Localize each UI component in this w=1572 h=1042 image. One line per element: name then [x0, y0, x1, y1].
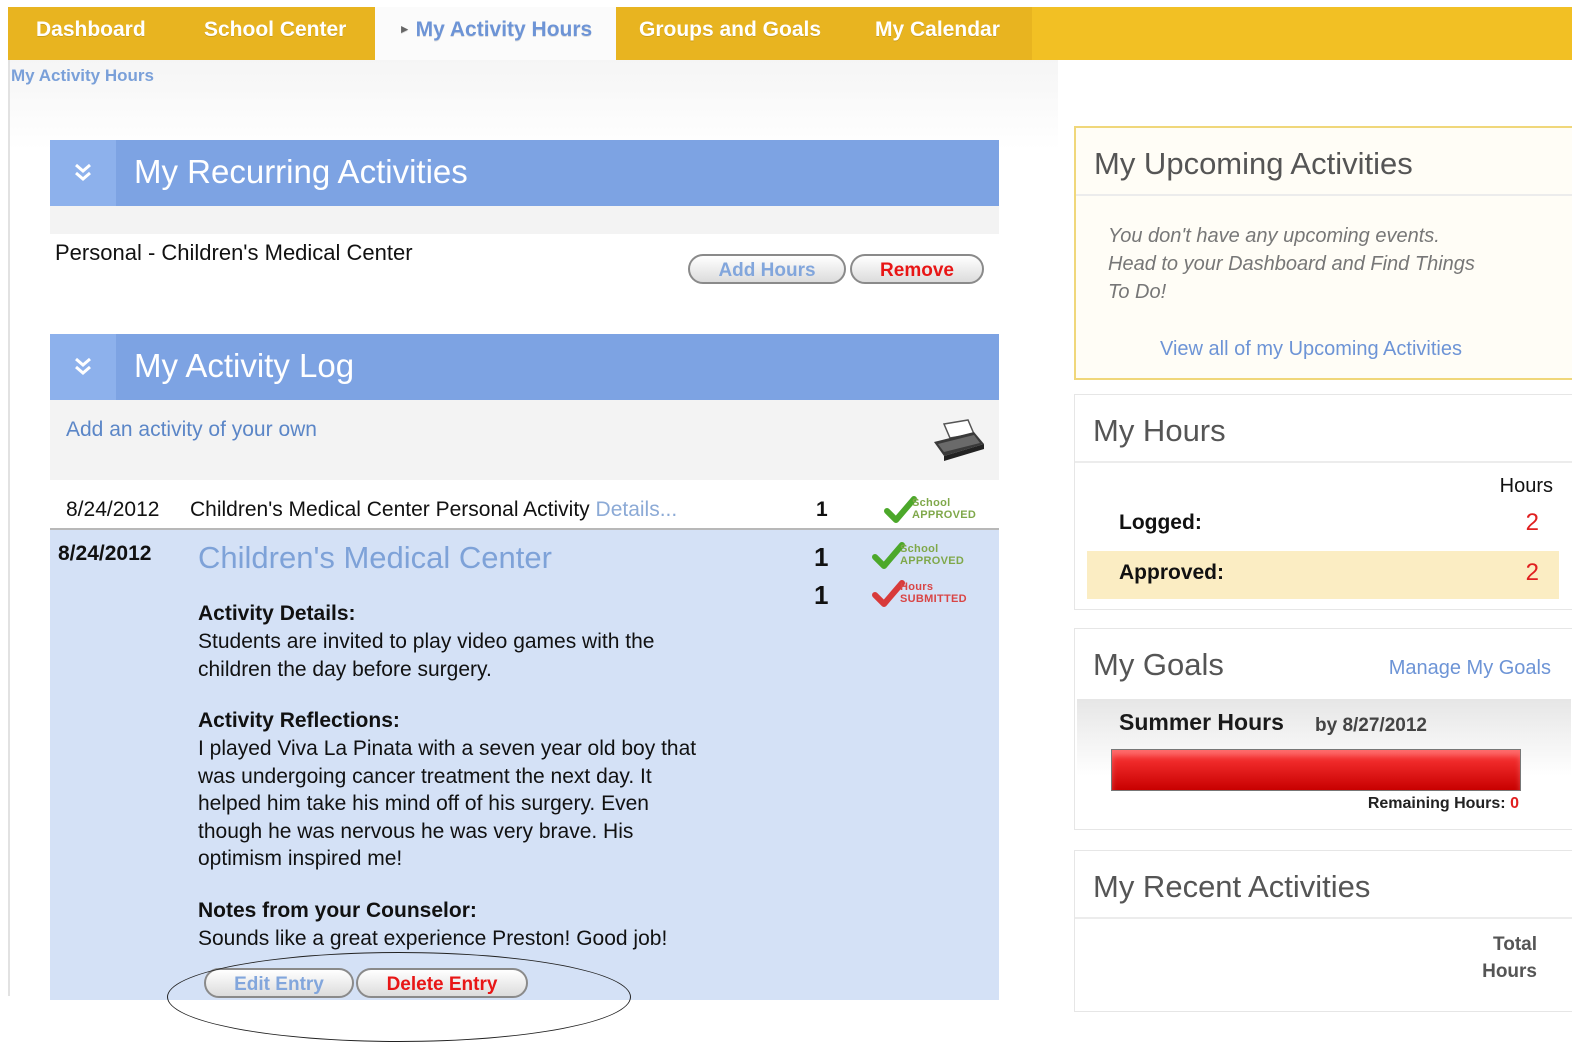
goal-deadline: by 8/27/2012 [1315, 715, 1427, 736]
divider [1075, 461, 1572, 463]
expanded-activity-entry: 8/24/2012 Children's Medical Center 1 1 … [50, 530, 999, 1000]
activity-reflections-text: I played Viva La Pinata with a seven yea… [198, 737, 697, 870]
entry-organization-name[interactable]: Children's Medical Center [198, 540, 552, 576]
details-link[interactable]: Details... [596, 498, 678, 521]
row-desc-text: Children's Medical Center Personal Activ… [190, 498, 590, 521]
active-bullet-icon: ► [398, 22, 411, 36]
logged-value: 2 [1525, 509, 1539, 536]
tab-dashboard[interactable]: Dashboard [36, 7, 146, 60]
approved-label: Approved: [1119, 561, 1224, 584]
collapse-toggle[interactable] [50, 334, 116, 400]
highlight-ellipse [167, 952, 631, 1042]
activity-reflections-label: Activity Reflections: [198, 709, 400, 732]
printer-icon[interactable] [930, 418, 986, 464]
tab-school-center[interactable]: School Center [204, 7, 346, 60]
section-title: My Recurring Activities [134, 153, 468, 190]
no-events-message: You don't have any upcoming events. Head… [1108, 225, 1475, 303]
row-hours: 1 [816, 498, 828, 521]
add-hours-button[interactable]: Add Hours [688, 254, 846, 284]
nav-filler [1032, 7, 1572, 60]
row-description: Children's Medical Center Personal Activ… [190, 498, 677, 522]
chevron-double-down-icon [75, 357, 91, 375]
stamp-text: Hours SUBMITTED [900, 581, 967, 605]
add-activity-link[interactable]: Add an activity of your own [66, 418, 317, 442]
tab-groups-and-goals[interactable]: Groups and Goals [639, 7, 821, 60]
top-nav: Dashboard School Center ► My Activity Hou… [8, 7, 1572, 60]
card-title: My Hours [1093, 413, 1226, 448]
left-border [8, 60, 10, 996]
tab-label: My Activity Hours [415, 18, 593, 41]
stamp-text: School APPROVED [900, 543, 965, 567]
activity-log-row[interactable]: 8/24/2012 Children's Medical Center Pers… [50, 490, 999, 530]
recent-activities-card: My Recent Activities Total Hours [1074, 850, 1572, 1012]
counselor-notes-label: Notes from your Counselor: [198, 899, 477, 922]
breadcrumb[interactable]: My Activity Hours [11, 66, 154, 86]
logged-label: Logged: [1119, 511, 1202, 534]
card-title: My Recent Activities [1093, 869, 1371, 904]
total-hours-header: Total Hours [1482, 934, 1537, 982]
hours-column-header: Hours [1499, 475, 1553, 497]
manage-goals-link[interactable]: Manage My Goals [1389, 657, 1551, 680]
remove-button[interactable]: Remove [850, 254, 984, 284]
hours-submitted-stamp: Hours SUBMITTED [872, 578, 984, 612]
view-upcoming-link[interactable]: View all of my Upcoming Activities [1160, 338, 1462, 361]
collapse-toggle[interactable] [50, 140, 116, 206]
card-title: My Upcoming Activities [1094, 146, 1413, 181]
activity-details-label: Activity Details: [198, 602, 356, 625]
activity-log-header: My Activity Log [50, 334, 999, 400]
tab-my-activity-hours[interactable]: ► My Activity Hours [375, 7, 616, 60]
entry-date: 8/24/2012 [58, 542, 152, 565]
card-title: My Goals [1093, 647, 1224, 682]
entry-submitted-hours: 1 [814, 580, 829, 610]
entry-approved-hours: 1 [814, 542, 829, 572]
approved-value: 2 [1525, 559, 1539, 586]
section-title: My Activity Log [134, 347, 355, 384]
divider [1075, 917, 1572, 919]
goal-name: Summer Hours [1119, 709, 1284, 735]
subheader-background [8, 60, 1058, 150]
tab-my-calendar[interactable]: My Calendar [875, 7, 1000, 60]
my-goals-card: My Goals Manage My Goals Summer Hours by… [1074, 628, 1572, 830]
header-strip [50, 206, 999, 234]
school-approved-stamp: School APPROVED [872, 540, 984, 574]
school-approved-stamp: School APPROVED [884, 494, 996, 528]
upcoming-activities-card: My Upcoming Activities You don't have an… [1074, 126, 1572, 380]
divider [1076, 194, 1572, 196]
remaining-hours: Remaining Hours: 0 [1367, 795, 1519, 812]
my-hours-card: My Hours Hours Logged: 2 Approved: 2 [1074, 394, 1572, 610]
counselor-notes-text: Sounds like a great experience Preston! … [198, 927, 668, 950]
activity-details-text: Students are invited to play video games… [198, 630, 655, 681]
goal-progress-bar [1111, 749, 1521, 791]
row-date: 8/24/2012 [66, 498, 160, 521]
recurring-activity-name: Personal - Children's Medical Center [55, 240, 413, 265]
stamp-text: School APPROVED [912, 497, 977, 521]
chevron-double-down-icon [75, 163, 91, 181]
recurring-header: My Recurring Activities [50, 140, 999, 234]
